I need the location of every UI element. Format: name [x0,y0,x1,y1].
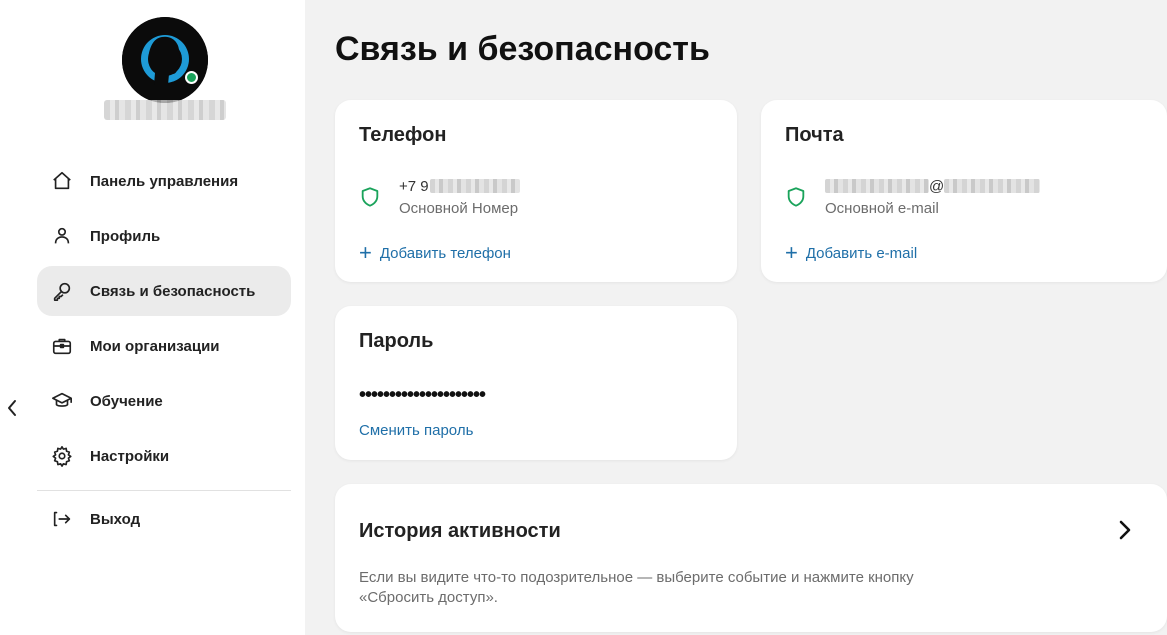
phone-card-title: Телефон [359,124,447,146]
activity-history-description: Если вы видите что-то подозрительное — в… [359,569,914,606]
activity-history-title: История активности [359,520,561,542]
gear-icon [50,444,74,468]
chevron-left-icon [8,400,16,416]
graduation-cap-icon [50,389,74,413]
online-status-dot [185,71,198,84]
home-icon [50,169,74,193]
email-card: Почта @ Основной e-mail + Добавить e-mai… [761,100,1167,282]
sidebar-item-settings[interactable]: Настройки [37,431,291,481]
email-row: @ Основной e-mail [785,176,1041,217]
add-phone-link[interactable]: + Добавить телефон [359,242,511,264]
add-phone-label: Добавить телефон [379,244,511,262]
sidebar-item-label: Профиль [90,227,161,245]
sidebar-item-label: Связь и безопасность [90,282,256,300]
password-card: Пароль ••••••••••••••••••••• Сменить пар… [335,306,737,460]
briefcase-icon [50,334,74,358]
email-domain-redacted [944,179,1041,193]
page-title: Связь и безопасность [335,30,710,68]
sidebar-divider [37,490,291,491]
sidebar-item-label: Настройки [90,447,170,465]
email-card-title: Почта [785,124,844,146]
sidebar-item-organizations[interactable]: Мои организации [37,321,291,371]
sidebar-item-label: Мои организации [90,337,220,355]
phone-row: +7 9 Основной Номер [359,176,520,217]
phone-number: +7 9 [399,176,520,196]
phone-card: Телефон +7 9 Основной Номер + Добавить т… [335,100,737,282]
shield-check-icon [361,187,379,207]
shield-check-icon [787,187,805,207]
sidebar: Панель управления Профиль Связь и безопа… [0,0,305,635]
change-password-link[interactable]: Сменить пароль [359,422,473,439]
email-address: @ [825,176,1041,196]
email-local-redacted [825,179,929,193]
sidebar-item-label: Обучение [90,392,163,410]
email-caption: Основной e-mail [825,200,939,217]
add-email-label: Добавить e-mail [805,244,918,262]
logout-icon [50,507,74,531]
user-icon [50,224,74,248]
phone-number-prefix: +7 9 [399,177,429,195]
password-card-title: Пароль [359,330,434,352]
key-icon [50,279,74,303]
sidebar-item-dashboard[interactable]: Панель управления [37,156,291,206]
sidebar-nav: Панель управления Профиль Связь и безопа… [37,156,291,486]
user-silhouette-icon [122,17,208,103]
sidebar-item-security[interactable]: Связь и безопасность [37,266,291,316]
logout-button[interactable]: Выход [37,494,291,544]
avatar[interactable] [122,17,208,103]
phone-caption: Основной Номер [399,200,519,217]
username-redacted [104,100,226,120]
collapse-sidebar-button[interactable] [2,396,22,420]
sidebar-item-label: Панель управления [90,172,239,190]
chevron-right-icon[interactable] [1113,518,1137,542]
email-at: @ [929,177,945,195]
plus-icon: + [359,240,372,265]
add-email-link[interactable]: + Добавить e-mail [785,242,917,264]
phone-number-redacted [429,179,520,193]
activity-history-card[interactable]: История активности Если вы видите что-то… [335,484,1167,632]
password-masked: ••••••••••••••••••••• [359,384,486,406]
logout-label: Выход [90,510,141,528]
plus-icon: + [785,240,798,265]
sidebar-item-education[interactable]: Обучение [37,376,291,426]
main-content: Связь и безопасность Телефон +7 9 Основн… [305,0,1167,635]
sidebar-item-profile[interactable]: Профиль [37,211,291,261]
